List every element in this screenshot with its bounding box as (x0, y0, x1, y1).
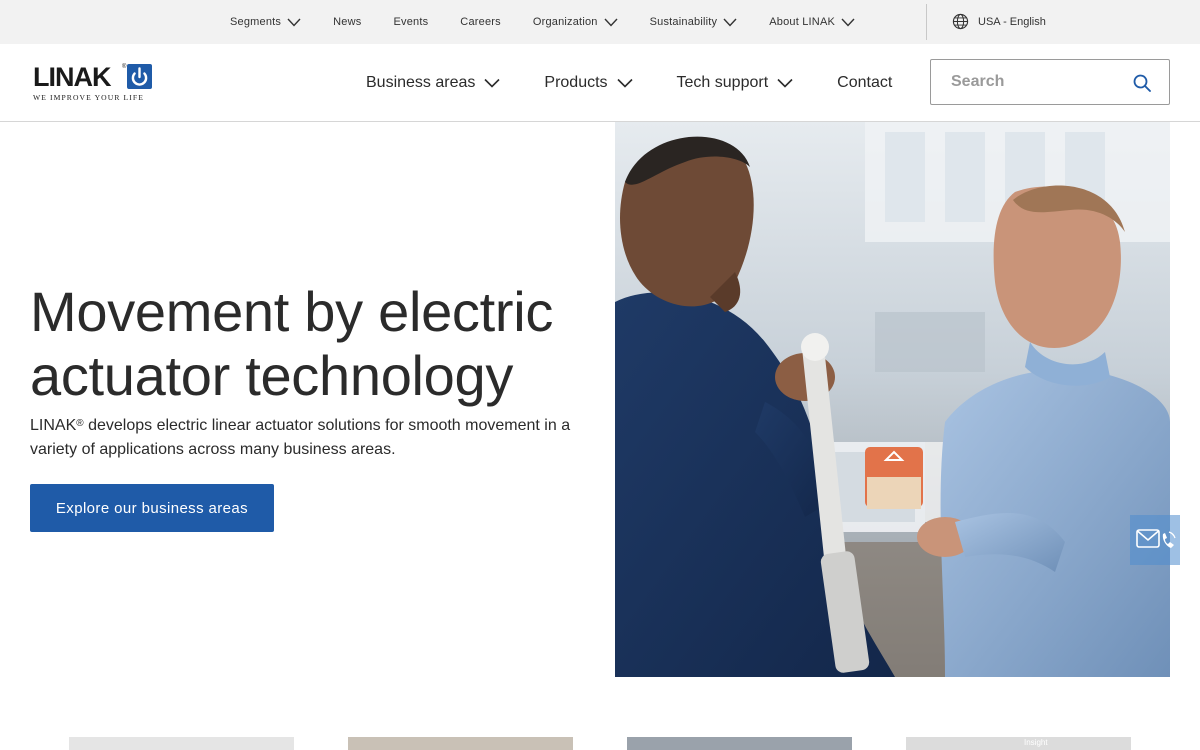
linak-logo[interactable]: LINAK ® WE IMPROVE YOUR LIFE (33, 62, 153, 104)
utility-nav-label: Careers (460, 16, 501, 28)
search-input[interactable] (931, 60, 1121, 104)
power-symbol-icon (127, 64, 152, 89)
business-card-2[interactable] (348, 737, 573, 750)
utility-nav-label: News (333, 16, 362, 28)
hero-subtitle-brand: LINAK (30, 417, 77, 434)
registered-mark: ® (76, 418, 84, 429)
utility-nav-events[interactable]: Events (393, 16, 428, 28)
chevron-down-icon (616, 78, 633, 88)
contact-widget-button[interactable] (1130, 515, 1180, 565)
logo-tagline: WE IMPROVE YOUR LIFE (33, 93, 144, 102)
chevron-down-icon (723, 18, 737, 27)
nav-label: Tech support (676, 74, 769, 91)
locale-selector[interactable]: USA - English (952, 13, 1046, 30)
utility-nav-label: Segments (230, 16, 282, 28)
chevron-down-icon (841, 18, 855, 27)
chevron-down-icon (777, 78, 793, 88)
nav-label: Business areas (366, 74, 476, 91)
utility-nav-news[interactable]: News (333, 16, 361, 28)
utility-nav-segments[interactable]: Segments (230, 16, 301, 28)
locale-label: USA - English (978, 15, 1046, 28)
nav-products[interactable]: Products (544, 74, 633, 92)
globe-icon (952, 13, 969, 30)
utility-bar: Segments News Events Careers Organizatio… (0, 0, 1200, 44)
nav-tech-support[interactable]: Tech support (677, 74, 794, 92)
main-nav: Business areas Products Tech support Con… (366, 44, 892, 122)
hero-title: Movement by electric actuator technology (30, 280, 554, 407)
chevron-down-icon (484, 78, 500, 88)
card-label: Insight (1024, 738, 1048, 747)
utility-nav-label: Events (393, 16, 429, 28)
logo-registered-mark: ® (122, 64, 127, 70)
chevron-down-icon (287, 18, 301, 27)
search-box (930, 59, 1170, 105)
utility-nav-label: Sustainability (649, 16, 718, 28)
nav-label: Products (544, 74, 608, 91)
utility-nav: Segments News Events Careers Organizatio… (230, 0, 887, 44)
utility-nav-careers[interactable]: Careers (460, 16, 501, 28)
chevron-down-icon (604, 18, 618, 27)
nav-label: Contact (837, 74, 893, 91)
search-icon[interactable] (1131, 72, 1153, 94)
explore-business-areas-button[interactable]: Explore our business areas (30, 484, 274, 532)
mail-phone-icon (1136, 529, 1176, 548)
hero-image (615, 122, 1170, 677)
main-header: LINAK ® WE IMPROVE YOUR LIFE Business ar… (0, 44, 1200, 122)
business-card-4[interactable]: Insight (906, 737, 1131, 750)
nav-business-areas[interactable]: Business areas (366, 74, 500, 92)
utility-divider (926, 4, 927, 40)
utility-nav-about[interactable]: About LINAK (769, 16, 855, 28)
logo-wordmark: LINAK (33, 62, 111, 92)
utility-nav-label: Organization (532, 16, 598, 28)
nav-contact[interactable]: Contact (837, 74, 892, 92)
hero-subtitle: LINAK® develops electric linear actuator… (30, 414, 590, 462)
utility-nav-label: About LINAK (769, 16, 836, 28)
utility-nav-organization[interactable]: Organization (533, 16, 618, 28)
utility-nav-sustainability[interactable]: Sustainability (650, 16, 738, 28)
business-card-3[interactable] (627, 737, 852, 750)
hero-photo-illustration (615, 122, 1170, 677)
hero-subtitle-text: develops electric linear actuator soluti… (30, 417, 571, 458)
business-card-1[interactable] (69, 737, 294, 750)
